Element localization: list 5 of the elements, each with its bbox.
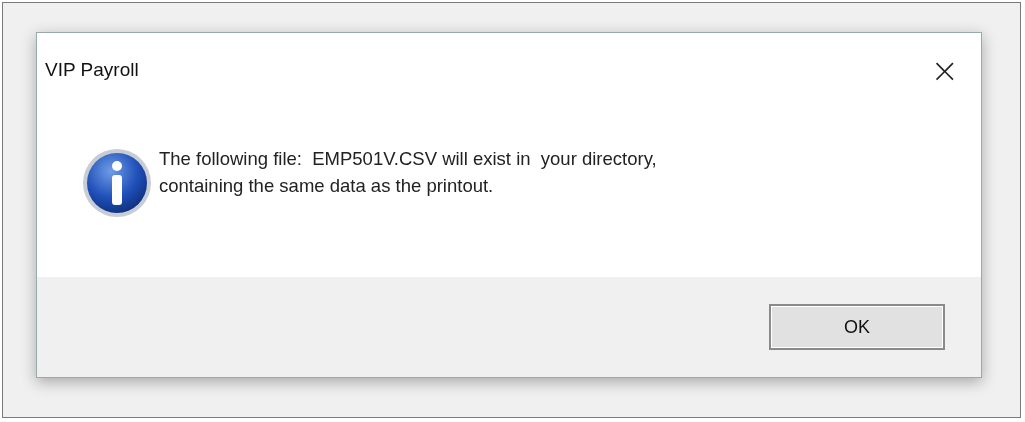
window-title: VIP Payroll — [45, 59, 139, 81]
ok-button[interactable]: OK — [769, 304, 945, 350]
close-button[interactable]: × — [924, 53, 965, 87]
message-text: The following file: EMP501V.CSV will exist in your directory, containing the same data as the printout. — [159, 147, 657, 198]
information-icon — [81, 147, 153, 219]
